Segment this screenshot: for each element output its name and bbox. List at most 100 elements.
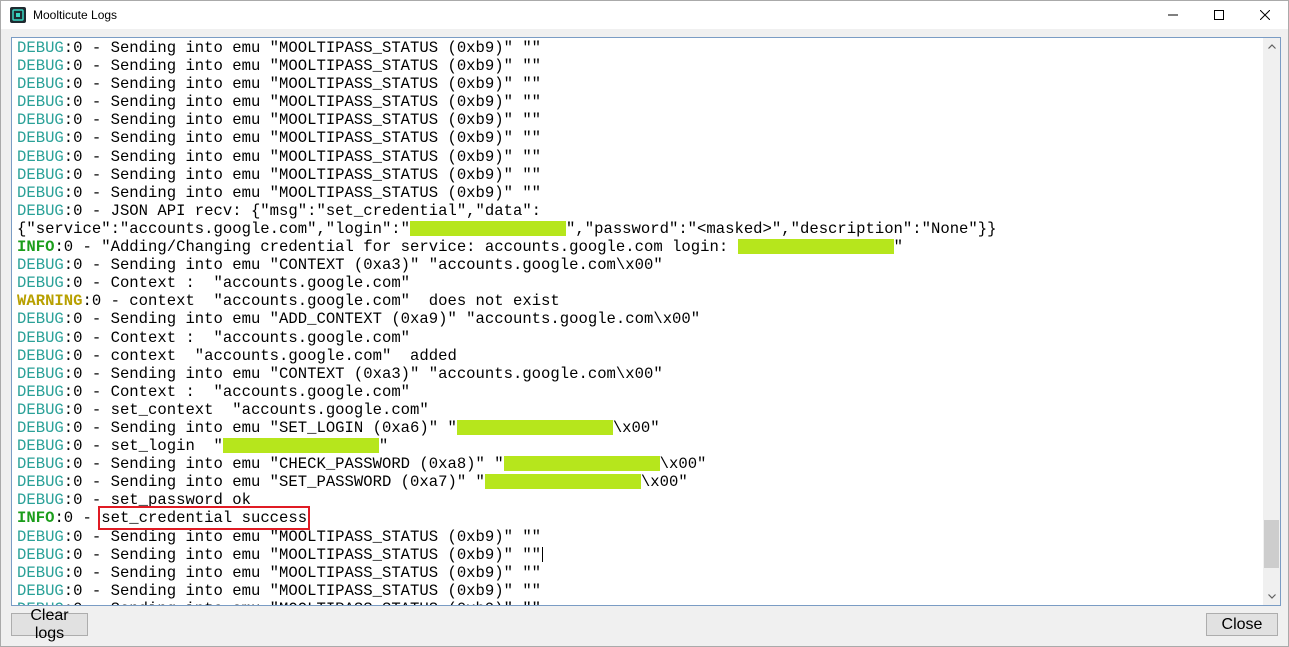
log-line: DEBUG:0 - Sending into emu "MOOLTIPASS_S…	[17, 93, 1260, 111]
log-message-text: :0 - Sending into emu "MOOLTIPASS_STATUS…	[63, 57, 542, 76]
log-level-label: DEBUG	[17, 563, 64, 582]
log-line: DEBUG:0 - Sending into emu "SET_PASSWORD…	[17, 473, 1260, 491]
log-level-label: DEBUG	[17, 400, 64, 419]
log-level-label: DEBUG	[17, 111, 64, 130]
log-line: DEBUG:0 - Sending into emu "MOOLTIPASS_S…	[17, 166, 1260, 184]
log-level-label: DEBUG	[17, 328, 64, 347]
log-message-text: :0 - Sending into emu "MOOLTIPASS_STATUS…	[63, 527, 542, 546]
log-line: DEBUG:0 - Sending into emu "ADD_CONTEXT …	[17, 310, 1260, 328]
log-level-label: INFO	[17, 509, 55, 528]
log-line: DEBUG:0 - Sending into emu "SET_LOGIN (0…	[17, 419, 1260, 437]
log-message-text: :0 - Sending into emu "MOOLTIPASS_STATUS…	[63, 545, 542, 564]
log-message-text: :0 - Sending into emu "MOOLTIPASS_STATUS…	[63, 563, 542, 582]
log-level-label: DEBUG	[17, 93, 64, 112]
log-message-text: :0 - Sending into emu "SET_PASSWORD (0xa…	[63, 473, 485, 492]
log-message-text: :0 - Sending into emu "CONTEXT (0xa3)" "…	[63, 364, 663, 383]
close-button[interactable]: Close	[1206, 613, 1278, 636]
log-line: DEBUG:0 - set_context "accounts.google.c…	[17, 401, 1260, 419]
log-line: DEBUG:0 - Sending into emu "MOOLTIPASS_S…	[17, 600, 1260, 605]
log-line: INFO:0 - "Adding/Changing credential for…	[17, 238, 1260, 256]
minimize-icon	[1168, 14, 1178, 16]
log-line: WARNING:0 - context "accounts.google.com…	[17, 292, 1260, 310]
redacted-value	[484, 474, 641, 490]
redacted-value	[222, 438, 379, 454]
maximize-button[interactable]	[1196, 1, 1242, 29]
log-line: DEBUG:0 - Sending into emu "CONTEXT (0xa…	[17, 365, 1260, 383]
log-message-text: :0 - Sending into emu "MOOLTIPASS_STATUS…	[63, 183, 542, 202]
log-message-text: :0 - Context : "accounts.google.com"	[63, 274, 411, 293]
log-message-text: :0 -	[54, 509, 102, 528]
vertical-scrollbar[interactable]	[1263, 38, 1280, 605]
log-line: DEBUG:0 - Sending into emu "MOOLTIPASS_S…	[17, 564, 1260, 582]
log-line: DEBUG:0 - Context : "accounts.google.com…	[17, 274, 1260, 292]
log-line: DEBUG:0 - Sending into emu "MOOLTIPASS_S…	[17, 184, 1260, 202]
log-message-text: "	[893, 238, 903, 257]
log-message-text: :0 - Sending into emu "MOOLTIPASS_STATUS…	[63, 581, 542, 600]
log-message-text: :0 - Sending into emu "MOOLTIPASS_STATUS…	[63, 147, 542, 166]
log-message-text: :0 - Sending into emu "SET_LOGIN (0xa6)"…	[63, 418, 457, 437]
scroll-down-button[interactable]	[1263, 588, 1280, 605]
log-line: DEBUG:0 - JSON API recv: {"msg":"set_cre…	[17, 202, 1260, 220]
log-level-label: DEBUG	[17, 310, 64, 329]
log-level-label: DEBUG	[17, 39, 64, 57]
redacted-value	[503, 456, 660, 472]
scrollbar-thumb[interactable]	[1264, 520, 1279, 568]
log-message-text: :0 - set_password ok	[63, 491, 251, 510]
minimize-button[interactable]	[1150, 1, 1196, 29]
log-level-label: DEBUG	[17, 57, 64, 76]
chevron-up-icon	[1267, 44, 1276, 49]
log-message-text: :0 - Sending into emu "MOOLTIPASS_STATUS…	[63, 93, 542, 112]
log-message-text: :0 - context "accounts.google.com" does …	[82, 292, 560, 311]
log-message-text: :0 - context "accounts.google.com" added	[63, 346, 457, 365]
scroll-up-button[interactable]	[1263, 38, 1280, 55]
log-line: DEBUG:0 - Sending into emu "CONTEXT (0xa…	[17, 256, 1260, 274]
log-line: DEBUG:0 - Sending into emu "MOOLTIPASS_S…	[17, 129, 1260, 147]
title-bar[interactable]: Moolticute Logs	[1, 1, 1288, 29]
log-message-text: :0 - Context : "accounts.google.com"	[63, 382, 411, 401]
log-line: DEBUG:0 - Sending into emu "CHECK_PASSWO…	[17, 455, 1260, 473]
log-level-label: DEBUG	[17, 527, 64, 546]
log-line: DEBUG:0 - Sending into emu "MOOLTIPASS_S…	[17, 39, 1260, 57]
log-message-text: {"service":"accounts.google.com","login"…	[17, 219, 411, 238]
log-line: DEBUG:0 - Sending into emu "MOOLTIPASS_S…	[17, 582, 1260, 600]
chevron-down-icon	[1267, 594, 1276, 599]
log-line: DEBUG:0 - Context : "accounts.google.com…	[17, 329, 1260, 347]
log-message-text: :0 - Sending into emu "MOOLTIPASS_STATUS…	[63, 129, 542, 148]
log-level-label: DEBUG	[17, 183, 64, 202]
highlighted-success-text: set_credential success	[98, 506, 311, 531]
log-level-label: DEBUG	[17, 545, 64, 564]
clear-logs-button[interactable]: Clear logs	[11, 607, 88, 642]
log-level-label: DEBUG	[17, 364, 64, 383]
log-message-text: \x00"	[612, 418, 660, 437]
log-message-text: :0 - "Adding/Changing credential for ser…	[54, 238, 738, 257]
log-level-label: DEBUG	[17, 491, 64, 510]
log-lines: DEBUG:0 - Sending into emu "MOOLTIPASS_S…	[17, 39, 1260, 605]
window-close-button[interactable]	[1242, 1, 1288, 29]
log-level-label: DEBUG	[17, 437, 64, 456]
log-message-text: :0 - Sending into emu "MOOLTIPASS_STATUS…	[63, 165, 542, 184]
log-level-label: DEBUG	[17, 581, 64, 600]
log-message-text: :0 - Sending into emu "MOOLTIPASS_STATUS…	[63, 75, 542, 94]
redacted-value	[410, 220, 567, 236]
log-level-label: DEBUG	[17, 382, 64, 401]
log-message-text: :0 - Sending into emu "CONTEXT (0xa3)" "…	[63, 256, 663, 275]
log-level-label: DEBUG	[17, 147, 64, 166]
log-level-label: DEBUG	[17, 418, 64, 437]
log-message-text: :0 - set_context "accounts.google.com"	[63, 400, 429, 419]
log-line: DEBUG:0 - Sending into emu "MOOLTIPASS_S…	[17, 111, 1260, 129]
log-line: DEBUG:0 - Sending into emu "MOOLTIPASS_S…	[17, 528, 1260, 546]
log-message-text: :0 - Sending into emu "MOOLTIPASS_STATUS…	[63, 111, 542, 130]
text-caret	[542, 546, 544, 562]
log-line: DEBUG:0 - Sending into emu "MOOLTIPASS_S…	[17, 75, 1260, 93]
log-line: DEBUG:0 - Context : "accounts.google.com…	[17, 383, 1260, 401]
log-level-label: DEBUG	[17, 165, 64, 184]
log-text-area[interactable]: DEBUG:0 - Sending into emu "MOOLTIPASS_S…	[11, 37, 1281, 606]
log-level-label: DEBUG	[17, 455, 64, 474]
log-level-label: DEBUG	[17, 346, 64, 365]
log-line: DEBUG:0 - Sending into emu "MOOLTIPASS_S…	[17, 546, 1260, 564]
log-level-label: DEBUG	[17, 201, 64, 220]
log-line: DEBUG:0 - Sending into emu "MOOLTIPASS_S…	[17, 57, 1260, 75]
log-level-label: DEBUG	[17, 274, 64, 293]
log-message-text: :0 - Sending into emu "CHECK_PASSWORD (0…	[63, 455, 504, 474]
log-message-text: :0 - Context : "accounts.google.com"	[63, 328, 411, 347]
